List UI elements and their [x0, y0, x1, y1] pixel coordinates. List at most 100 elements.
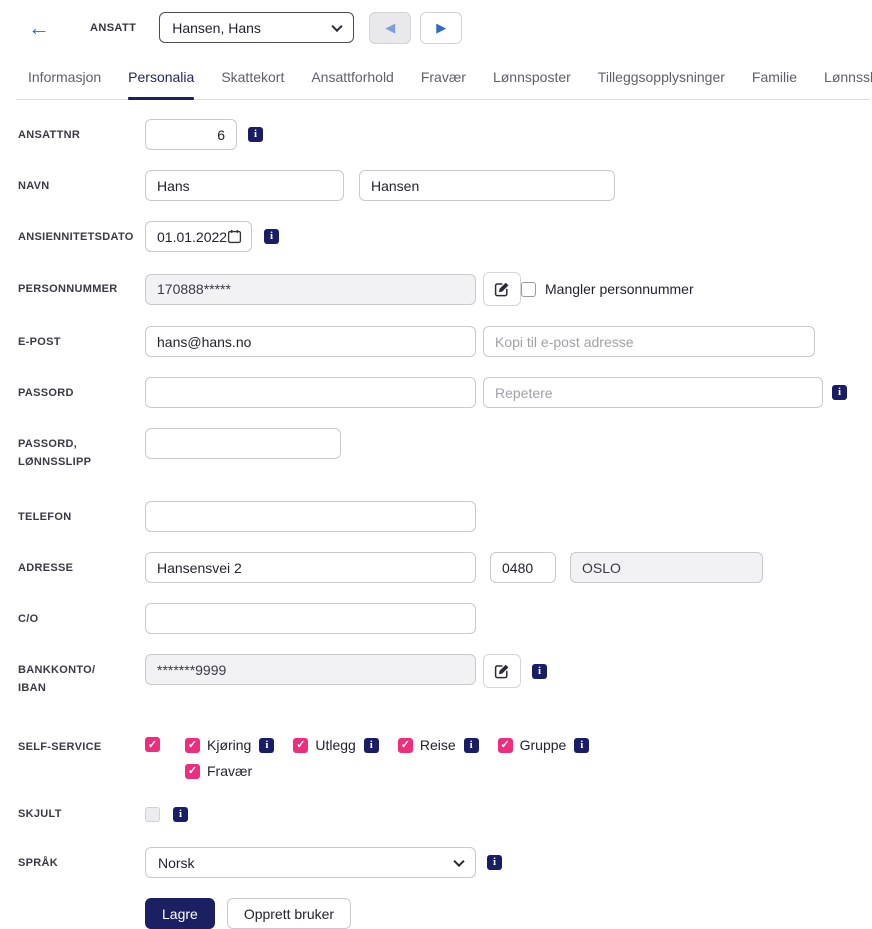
- kjoring-label: Kjøring: [207, 737, 251, 753]
- kjoring-info-icon[interactable]: i: [259, 738, 274, 753]
- tab-personalia-label: Personalia: [128, 69, 194, 85]
- row-ansiennitetsdato: ANSIENNITETSDATO 01.01.2022 i: [18, 221, 854, 252]
- co-input[interactable]: [145, 603, 476, 634]
- row-passord-lonnsslipp: PASSORD, LØNNSSLIPP: [18, 428, 854, 471]
- sprak-select[interactable]: Norsk: [145, 847, 476, 878]
- passord-lonnsslipp-input[interactable]: [145, 428, 341, 459]
- ansattnr-label: ANSATTNR: [18, 126, 145, 144]
- tab-fravaer[interactable]: Fravær: [421, 63, 466, 99]
- calendar-icon[interactable]: [227, 229, 242, 244]
- tab-bar: Informasjon Personalia Skattekort Ansatt…: [16, 63, 870, 100]
- ansattnr-info-icon[interactable]: i: [248, 127, 263, 142]
- mangler-personnummer-checkbox[interactable]: [521, 282, 536, 297]
- bankkonto-label-line2: IBAN: [18, 682, 46, 694]
- tab-ansattforhold[interactable]: Ansattforhold: [311, 63, 394, 99]
- tab-informasjon[interactable]: Informasjon: [28, 63, 101, 99]
- skjult-checkbox[interactable]: [145, 807, 160, 822]
- mangler-personnummer-label: Mangler personnummer: [545, 281, 694, 297]
- bankkonto-edit-button[interactable]: [483, 654, 521, 688]
- passord-lonnsslipp-label-line1: PASSORD,: [18, 438, 77, 450]
- passord-repeat-input[interactable]: [483, 377, 823, 408]
- fravaer-label: Fravær: [207, 763, 252, 779]
- passord-lonnsslipp-label-line2: LØNNSSLIPP: [18, 456, 91, 468]
- bankkonto-label-line1: BANKKONTO/: [18, 664, 95, 676]
- bankkonto-info-icon[interactable]: i: [532, 664, 547, 679]
- edit-pencil-icon: [494, 281, 510, 297]
- row-co: C/O: [18, 603, 854, 634]
- sprak-label: SPRÅK: [18, 854, 145, 872]
- personnummer-edit-button[interactable]: [483, 272, 521, 306]
- personalia-form: ANSATTNR i NAVN ANSIENNITETSDATO 01.01.2…: [0, 100, 872, 929]
- utlegg-info-icon[interactable]: i: [364, 738, 379, 753]
- telefon-input[interactable]: [145, 501, 476, 532]
- reise-info-icon[interactable]: i: [464, 738, 479, 753]
- self-service-options-line-1: Kjøring i Utlegg i Reise i Gruppe i: [185, 737, 589, 753]
- passord-lonnsslipp-label: PASSORD, LØNNSSLIPP: [18, 428, 145, 471]
- tab-tilleggsopplysninger[interactable]: Tilleggsopplysninger: [598, 63, 725, 99]
- row-epost: E-POST: [18, 326, 854, 357]
- tab-familie[interactable]: Familie: [752, 63, 797, 99]
- utlegg-checkbox[interactable]: [293, 738, 308, 753]
- fravaer-checkbox[interactable]: [185, 764, 200, 779]
- self-service-master-checkbox[interactable]: [145, 737, 160, 752]
- edit-pencil-icon: [494, 663, 510, 679]
- city-input: [570, 552, 763, 583]
- create-user-button[interactable]: Opprett bruker: [227, 898, 351, 929]
- row-navn: NAVN: [18, 170, 854, 201]
- last-name-input[interactable]: [359, 170, 615, 201]
- reise-checkbox[interactable]: [398, 738, 413, 753]
- next-employee-button[interactable]: ▶: [420, 12, 462, 44]
- sprak-info-icon[interactable]: i: [487, 855, 502, 870]
- row-actions: Lagre Opprett bruker: [18, 898, 854, 929]
- save-button[interactable]: Lagre: [145, 898, 215, 929]
- row-telefon: TELEFON: [18, 501, 854, 532]
- epost-label: E-POST: [18, 333, 145, 351]
- epost-copy-input[interactable]: [483, 326, 815, 357]
- tab-skattekort[interactable]: Skattekort: [221, 63, 284, 99]
- row-adresse: ADRESSE: [18, 552, 854, 583]
- first-name-input[interactable]: [145, 170, 344, 201]
- self-service-options: Kjøring i Utlegg i Reise i Gruppe i: [185, 737, 589, 779]
- passord-label: PASSORD: [18, 384, 145, 402]
- row-sprak: SPRÅK Norsk i: [18, 847, 854, 878]
- row-skjult: SKJULT i: [18, 805, 854, 823]
- kjoring-checkbox[interactable]: [185, 738, 200, 753]
- telefon-label: TELEFON: [18, 508, 145, 526]
- bankkonto-label: BANKKONTO/ IBAN: [18, 654, 145, 697]
- postal-code-input[interactable]: [490, 552, 556, 583]
- epost-input[interactable]: [145, 326, 476, 357]
- self-service-label: SELF-SERVICE: [18, 737, 145, 756]
- row-bankkonto: BANKKONTO/ IBAN i: [18, 654, 854, 697]
- back-arrow-icon[interactable]: ←: [28, 17, 50, 39]
- gruppe-label: Gruppe: [520, 737, 567, 753]
- ansiennitetsdato-info-icon[interactable]: i: [264, 229, 279, 244]
- ansiennitetsdato-label: ANSIENNITETSDATO: [18, 228, 145, 246]
- self-service-option-kjoring: Kjøring i: [185, 737, 274, 753]
- row-personnummer: PERSONNUMMER Mangler personnummer: [18, 272, 854, 306]
- skjult-label: SKJULT: [18, 805, 145, 823]
- gruppe-checkbox[interactable]: [498, 738, 513, 753]
- skjult-info-icon[interactable]: i: [173, 807, 188, 822]
- tab-lonnsposter[interactable]: Lønnsposter: [493, 63, 571, 99]
- row-self-service: SELF-SERVICE Kjøring i Utlegg i Reise i: [18, 737, 854, 779]
- entity-label: ANSATT: [90, 22, 136, 34]
- previous-triangle-icon: ◀: [385, 21, 395, 34]
- passord-input[interactable]: [145, 377, 476, 408]
- self-service-option-gruppe: Gruppe i: [498, 737, 590, 753]
- street-input[interactable]: [145, 552, 476, 583]
- utlegg-label: Utlegg: [315, 737, 355, 753]
- previous-employee-button[interactable]: ◀: [369, 12, 411, 44]
- ansattnr-input[interactable]: [145, 119, 237, 150]
- employee-select[interactable]: Hansen, Hans: [159, 12, 354, 43]
- next-triangle-icon: ▶: [436, 21, 446, 34]
- navn-label: NAVN: [18, 177, 145, 195]
- ansiennitetsdato-date-input[interactable]: 01.01.2022: [145, 221, 252, 252]
- employee-header: ← ANSATT Hansen, Hans ◀ ▶: [0, 0, 872, 55]
- tab-personalia[interactable]: Personalia: [128, 63, 194, 99]
- adresse-label: ADRESSE: [18, 559, 145, 577]
- row-passord: PASSORD i: [18, 377, 854, 408]
- tab-lonnsslipper[interactable]: Lønnsslipper: [824, 63, 872, 99]
- self-service-options-line-2: Fravær: [185, 763, 589, 779]
- passord-info-icon[interactable]: i: [832, 385, 847, 400]
- gruppe-info-icon[interactable]: i: [574, 738, 589, 753]
